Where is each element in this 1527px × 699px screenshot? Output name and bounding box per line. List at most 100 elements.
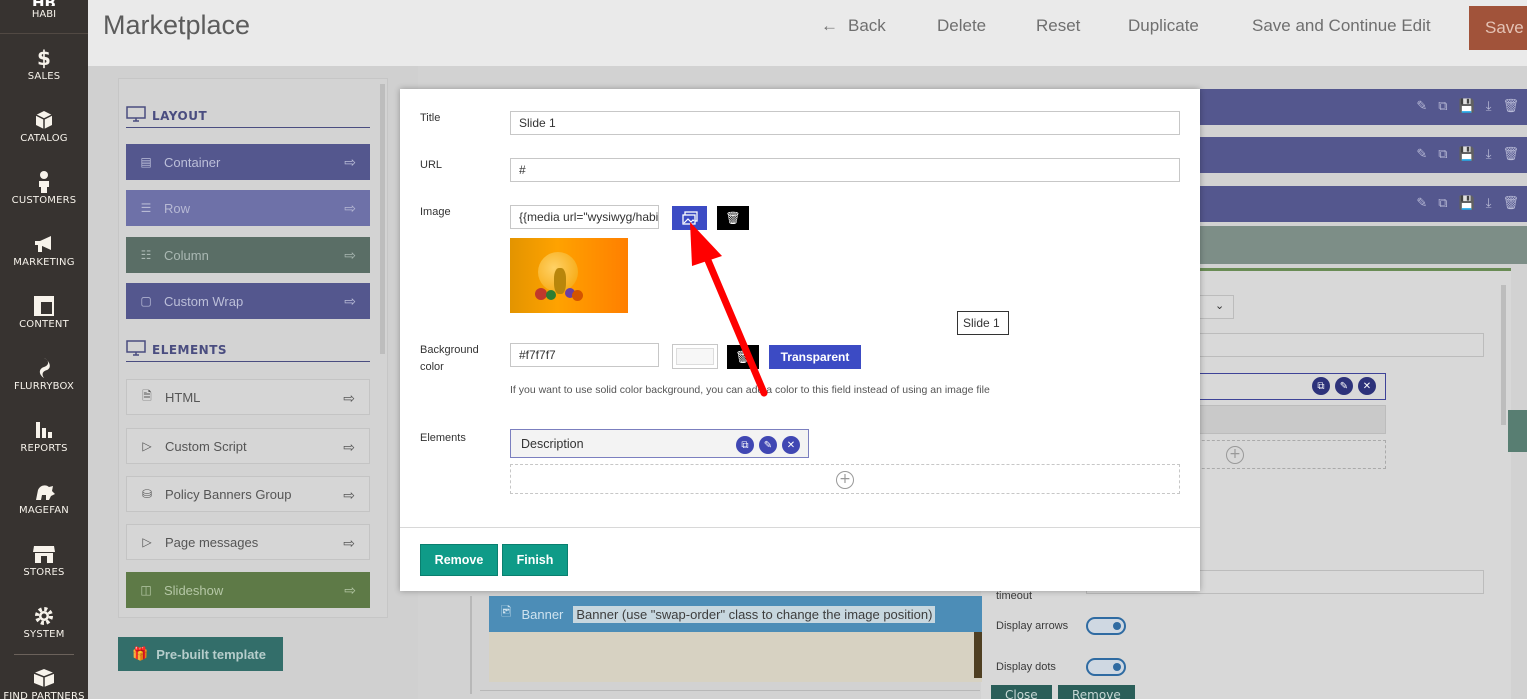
browse-image-button[interactable] xyxy=(672,206,707,230)
panel-scrollbar[interactable] xyxy=(1501,285,1506,425)
display-dots-toggle[interactable] xyxy=(1086,658,1126,676)
builder-item-page-messages[interactable]: ▷ Page messages ⇨ xyxy=(126,524,370,560)
remove-button[interactable]: Remove xyxy=(420,544,498,576)
drag-arrow-icon: ⇨ xyxy=(343,390,355,406)
image-preview xyxy=(510,238,628,313)
row-icon: ☰ xyxy=(140,201,152,215)
nav-magefan[interactable]: MAGEFAN xyxy=(0,468,88,530)
trash-icon[interactable]: 🗑 xyxy=(1502,99,1519,114)
nav-marketing[interactable]: MARKETING xyxy=(0,220,88,282)
save-continue-button[interactable]: Save and Continue Edit xyxy=(1252,16,1431,36)
builder-item-column[interactable]: ☷ Column ⇨ xyxy=(126,237,370,273)
elements-label: Elements xyxy=(420,432,466,444)
delete-image-button[interactable]: 🗑 xyxy=(717,206,749,230)
item-label: Row xyxy=(164,200,191,216)
pencil-icon[interactable]: ✎ xyxy=(1335,377,1353,395)
image-input[interactable]: {{media url="wysiwyg/habi xyxy=(510,205,659,229)
url-input[interactable]: # xyxy=(510,158,1180,182)
builder-item-custom-wrap[interactable]: ▢ Custom Wrap ⇨ xyxy=(126,283,370,319)
play-icon: ▷ xyxy=(142,439,152,453)
save-template-icon[interactable]: 💾 xyxy=(1459,99,1475,114)
delete-button[interactable]: Delete xyxy=(937,16,986,36)
download-icon[interactable]: ⤓ xyxy=(1486,99,1492,114)
row-actions: ✎ ⧉ 💾 ⤓ 🗑 xyxy=(1416,99,1519,114)
logo[interactable]: HB HABI xyxy=(0,0,88,34)
arrow-left-icon: ← xyxy=(821,16,838,35)
save-template-icon[interactable]: 💾 xyxy=(1459,147,1475,162)
item-label: Column xyxy=(164,247,209,263)
title-input[interactable]: Slide 1 xyxy=(510,111,1180,135)
banner-element[interactable]: 🖻 Banner Banner (use "swap-order" class to… xyxy=(489,596,982,632)
element-label: Description xyxy=(521,437,584,451)
item-label: Policy Banners Group xyxy=(165,486,292,502)
drag-arrow-icon: ⇨ xyxy=(343,439,355,455)
images-icon xyxy=(681,211,698,225)
close-button[interactable]: Close xyxy=(991,685,1052,699)
trash-icon[interactable]: 🗑 xyxy=(1502,196,1519,211)
prebuilt-template-button[interactable]: 🎁 Pre-built template xyxy=(118,637,283,671)
back-button[interactable]: ← Back xyxy=(821,16,886,36)
box-icon xyxy=(0,666,88,690)
builder-item-row[interactable]: ☰ Row ⇨ xyxy=(126,190,370,226)
copy-icon[interactable]: ⧉ xyxy=(736,436,754,454)
clear-color-button[interactable]: 🗑 xyxy=(727,345,759,369)
slide-edit-modal: Title Slide 1 URL # Image {{media url="w… xyxy=(400,89,1200,591)
nav-find-partners[interactable]: FIND PARTNERS xyxy=(0,654,88,699)
trash-icon[interactable]: 🗑 xyxy=(1502,147,1519,162)
row-actions: ✎ ⧉ 💾 ⤓ 🗑 xyxy=(1416,196,1519,211)
url-label: URL xyxy=(420,159,443,171)
duplicate-button[interactable]: Duplicate xyxy=(1128,16,1199,36)
display-arrows-toggle[interactable] xyxy=(1086,617,1126,635)
item-label: Container xyxy=(164,154,221,170)
remove-button-bg[interactable]: Remove xyxy=(1058,685,1135,699)
page-title: Marketplace xyxy=(103,10,251,40)
nav-label: STORES xyxy=(23,567,65,578)
nav-catalog[interactable]: CATALOG xyxy=(0,96,88,158)
element-item[interactable]: Description ⧉ ✎ ✕ xyxy=(510,429,809,458)
nav-label: SALES xyxy=(27,71,61,82)
builder-item-slideshow[interactable]: ◫ Slideshow ⇨ xyxy=(126,572,370,608)
bg-color-input[interactable]: #f7f7f7 xyxy=(510,343,659,367)
builder-item-html[interactable]: 🗎 HTML ⇨ xyxy=(126,379,370,415)
panel-scrollbar[interactable] xyxy=(380,84,385,354)
nav-label: CONTENT xyxy=(19,319,69,330)
elements-divider xyxy=(126,361,370,362)
nav-system[interactable]: SYSTEM xyxy=(0,592,88,654)
builder-item-container[interactable]: ▤ Container ⇨ xyxy=(126,144,370,180)
pencil-icon[interactable]: ✎ xyxy=(1416,99,1427,114)
nav-content[interactable]: CONTENT xyxy=(0,282,88,344)
nav-flurrybox[interactable]: FLURRYBOX xyxy=(0,344,88,406)
copy-icon[interactable]: ⧉ xyxy=(1438,196,1447,211)
save-button[interactable]: Save xyxy=(1469,6,1527,50)
nav-reports[interactable]: REPORTS xyxy=(0,406,88,468)
nav-sales[interactable]: $ SALES xyxy=(0,34,88,96)
select-dropdown[interactable]: ⌄ xyxy=(1199,295,1234,319)
builder-item-custom-script[interactable]: ▷ Custom Script ⇨ xyxy=(126,428,370,464)
download-icon[interactable]: ⤓ xyxy=(1486,196,1492,211)
wrap-icon: ▢ xyxy=(140,294,152,308)
nav-customers[interactable]: CUSTOMERS xyxy=(0,158,88,220)
builder-item-policy-banners[interactable]: ⛁ Policy Banners Group ⇨ xyxy=(126,476,370,512)
color-swatch[interactable] xyxy=(672,344,718,369)
finish-button[interactable]: Finish xyxy=(502,544,568,576)
side-tab[interactable] xyxy=(1508,410,1527,452)
download-icon[interactable]: ⤓ xyxy=(1486,147,1492,162)
pencil-icon[interactable]: ✎ xyxy=(759,436,777,454)
transparent-button[interactable]: Transparent xyxy=(769,345,861,369)
close-icon[interactable]: ✕ xyxy=(782,436,800,454)
nav-label: SYSTEM xyxy=(23,629,65,640)
save-template-icon[interactable]: 💾 xyxy=(1459,196,1475,211)
add-element-zone[interactable]: + xyxy=(510,464,1180,494)
copy-icon[interactable]: ⧉ xyxy=(1312,377,1330,395)
copy-icon[interactable]: ⧉ xyxy=(1438,99,1447,114)
monitor-icon xyxy=(126,106,146,125)
html-file-icon: 🗎 xyxy=(142,388,152,403)
pencil-icon[interactable]: ✎ xyxy=(1416,147,1427,162)
nav-stores[interactable]: STORES xyxy=(0,530,88,592)
display-dots-label: Display dots xyxy=(996,661,1056,673)
item-label: Custom Script xyxy=(165,438,247,454)
copy-icon[interactable]: ⧉ xyxy=(1438,147,1447,162)
reset-button[interactable]: Reset xyxy=(1036,16,1080,36)
close-icon[interactable]: ✕ xyxy=(1358,377,1376,395)
pencil-icon[interactable]: ✎ xyxy=(1416,196,1427,211)
